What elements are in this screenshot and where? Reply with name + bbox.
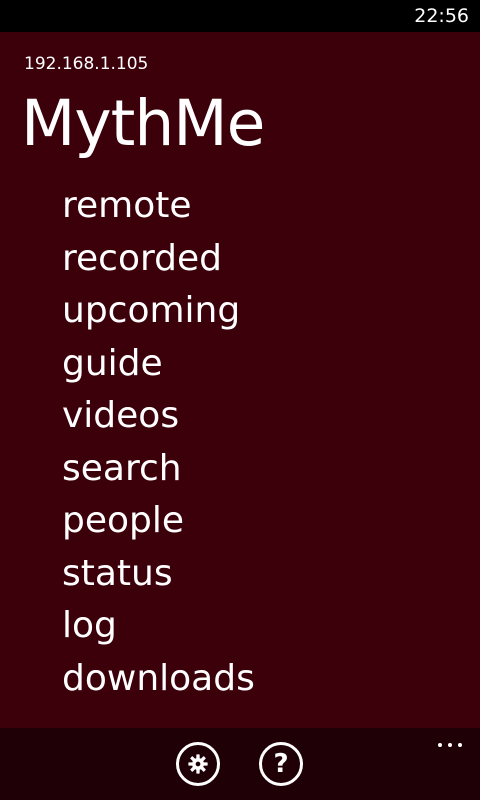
more-options-button[interactable]	[430, 738, 470, 752]
ellipsis-dot	[448, 743, 452, 747]
application-bar: ?	[0, 728, 480, 800]
server-address: 192.168.1.105	[24, 54, 149, 74]
main-panel: 192.168.1.105 MythMe remote recorded upc…	[0, 32, 480, 728]
gear-icon	[188, 754, 208, 774]
menu-item-people[interactable]: people	[62, 495, 255, 548]
app-title: MythMe	[21, 87, 265, 160]
menu-item-downloads[interactable]: downloads	[62, 653, 255, 706]
main-menu: remote recorded upcoming guide videos se…	[62, 180, 255, 705]
menu-item-search[interactable]: search	[62, 443, 255, 496]
menu-item-guide[interactable]: guide	[62, 338, 255, 391]
menu-item-upcoming[interactable]: upcoming	[62, 285, 255, 338]
help-button[interactable]: ?	[259, 742, 303, 786]
status-bar: 22:56	[0, 0, 480, 32]
settings-button[interactable]	[176, 742, 220, 786]
ellipsis-dot	[458, 743, 462, 747]
menu-item-remote[interactable]: remote	[62, 180, 255, 233]
clock-time: 22:56	[414, 5, 469, 27]
menu-item-videos[interactable]: videos	[62, 390, 255, 443]
menu-item-log[interactable]: log	[62, 600, 255, 653]
menu-item-status[interactable]: status	[62, 548, 255, 601]
question-icon: ?	[273, 749, 289, 779]
menu-item-recorded[interactable]: recorded	[62, 233, 255, 286]
ellipsis-dot	[438, 743, 442, 747]
